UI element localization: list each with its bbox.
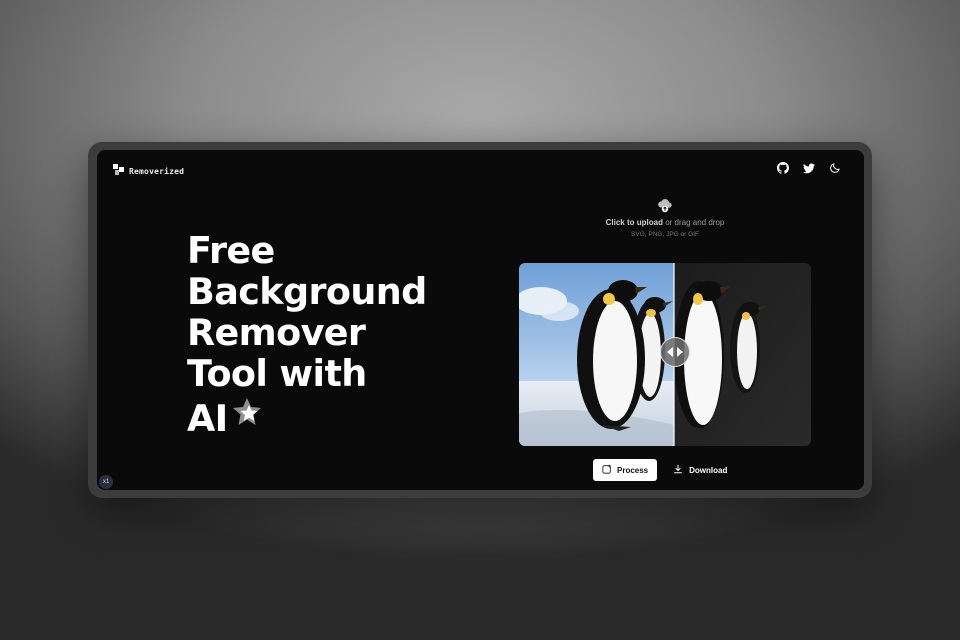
hero-line: AI [187, 397, 228, 440]
header-icons [776, 161, 842, 175]
logo-icon [113, 162, 124, 180]
sparkle-process-icon [602, 464, 612, 476]
hero-line-ai: AI [187, 394, 457, 439]
twitter-icon[interactable] [802, 161, 816, 175]
process-button[interactable]: Process [593, 459, 658, 481]
process-label: Process [617, 465, 649, 475]
app-window: Removerized Free Background Remover Tool… [97, 150, 864, 490]
download-button[interactable]: Download [669, 459, 731, 481]
upload-click-label[interactable]: Click to upload [606, 218, 663, 227]
hero-line: Free [187, 229, 275, 272]
hero-heading: Free Background Remover Tool with AI [187, 230, 457, 439]
download-label: Download [689, 465, 728, 475]
download-icon [673, 464, 683, 476]
hero-line: Tool with [187, 352, 367, 395]
sparkle-star-icon [232, 394, 262, 435]
before-after-comparison[interactable] [519, 263, 811, 446]
hero-line: Remover [187, 311, 366, 354]
upload-formats: SVG, PNG, JPG or GIF [631, 231, 699, 238]
moon-icon[interactable] [828, 161, 842, 175]
brand-logo[interactable]: Removerized [113, 162, 184, 180]
corner-badge: x1 [99, 475, 113, 489]
cloud-upload-icon [657, 198, 673, 214]
action-buttons: Process Download [593, 459, 731, 481]
hero-line: Background [187, 270, 427, 313]
arrows-left-right-icon [667, 347, 683, 357]
upload-drag-label: or drag and drop [665, 218, 725, 227]
upload-dropzone[interactable]: Click to upload or drag and drop SVG, PN… [547, 198, 783, 238]
github-icon[interactable] [776, 161, 790, 175]
comparison-slider-handle[interactable] [660, 337, 690, 367]
brand-name: Removerized [129, 166, 185, 176]
